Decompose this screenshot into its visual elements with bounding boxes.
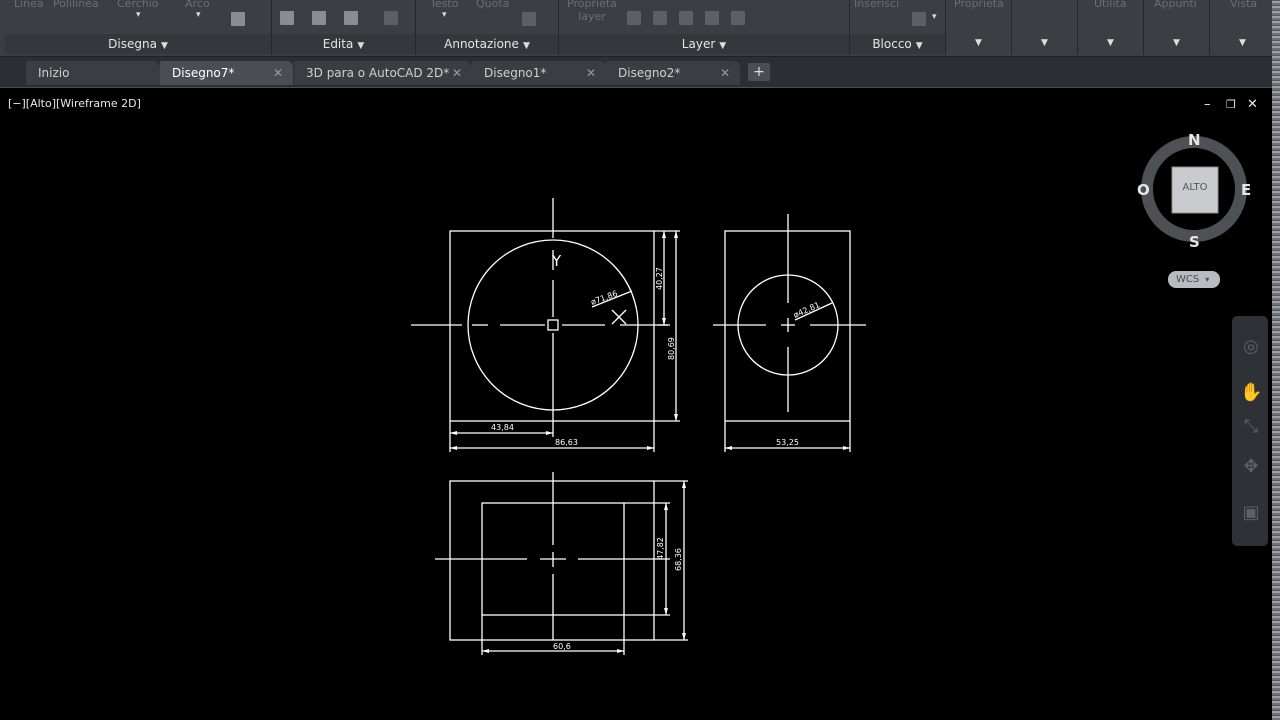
panel-utilities[interactable]: Utilità ▼ [1078, 0, 1144, 55]
tab-3d-para-autocad[interactable]: 3D para o AutoCAD 2D* ✕ [294, 61, 472, 85]
chevron-down-icon: ▼ [1041, 38, 1048, 48]
view-label: Vista [1230, 0, 1258, 10]
panel-annotation-title[interactable]: Annotazione ▼ [416, 34, 558, 54]
circle-tool[interactable]: Cerchio [117, 0, 159, 10]
chevron-down-icon: ▼ [522, 41, 530, 51]
panel-block-title[interactable]: Blocco ▼ [850, 34, 945, 54]
tab-disegno1[interactable]: Disegno1* ✕ [472, 61, 606, 85]
compass-north[interactable]: N [1188, 131, 1201, 149]
compass-east[interactable]: E [1241, 181, 1251, 199]
array-icon[interactable] [344, 11, 358, 25]
arc-tool[interactable]: Arco [185, 0, 210, 10]
panel-annotation: Testo Quota ▾ Annotazione ▼ [416, 0, 559, 55]
chevron-down-icon: ▼ [719, 41, 727, 51]
restore-icon[interactable]: ❐ [1226, 98, 1236, 111]
panel-edit: Edita ▼ [272, 0, 416, 55]
move-icon[interactable] [280, 11, 294, 25]
showmotion-icon[interactable]: ▣ [1240, 502, 1262, 524]
zoom-icon[interactable]: ⤡ [1240, 416, 1262, 438]
panel-layer-title[interactable]: Layer ▼ [559, 34, 849, 54]
chevron-down-icon: ▼ [1107, 38, 1114, 48]
chevron-down-icon: ▾ [1205, 275, 1210, 284]
dimension-tool[interactable]: Quota [476, 0, 509, 10]
panel-block: Inserisci ▾ Blocco ▼ [850, 0, 946, 55]
stamp-icon[interactable] [384, 11, 398, 25]
arc-dropdown-icon[interactable]: ▾ [196, 10, 201, 20]
navigation-bar: ◎ ✋ ⤡ ✥ ▣ [1232, 316, 1268, 546]
chevron-down-icon: ▼ [160, 41, 168, 51]
layer-properties-tool[interactable]: Proprietà layer [563, 0, 621, 23]
close-icon[interactable]: ✕ [1247, 97, 1258, 112]
close-icon[interactable]: ✕ [586, 61, 596, 85]
panel-draw-title[interactable]: Disegna ▼ [5, 34, 271, 54]
minimize-icon[interactable]: – [1204, 97, 1211, 112]
panel-draw: Linea Polilinea Cerchio Arco ▾ ▾ Disegna… [5, 0, 272, 55]
panel-clipboard[interactable]: Appunti ▼ [1144, 0, 1210, 55]
new-tab-button[interactable]: + [748, 63, 770, 81]
table-icon[interactable] [522, 12, 536, 26]
insert-tool[interactable]: Inserisci [854, 0, 899, 10]
block-dropdown-icon[interactable]: ▾ [932, 12, 937, 22]
panel-view[interactable]: Vista ▼ [1210, 0, 1273, 55]
chevron-down-icon: ▼ [915, 41, 923, 51]
close-icon[interactable]: ✕ [720, 61, 730, 85]
viewcube-face-top[interactable]: ALTO [1172, 182, 1218, 193]
window-right-border [1272, 0, 1280, 720]
properties-label: Proprietà [954, 0, 1004, 10]
chevron-down-icon: ▼ [357, 41, 365, 51]
panel-properties[interactable]: Proprietà ▼ [946, 0, 1012, 55]
steering-wheel-icon[interactable]: ◎ [1240, 336, 1262, 358]
text-dropdown-icon[interactable]: ▾ [442, 10, 447, 20]
utilities-label: Utilità [1094, 0, 1127, 10]
rectangle-icon[interactable] [231, 12, 245, 26]
orbit-icon[interactable]: ✥ [1240, 456, 1262, 478]
compass-south[interactable]: S [1189, 233, 1200, 251]
chevron-down-icon: ▼ [1173, 38, 1180, 48]
close-icon[interactable]: ✕ [273, 61, 283, 85]
layer-icon-5[interactable] [731, 11, 745, 25]
tab-start[interactable]: Inizio [26, 61, 160, 85]
block-icon[interactable] [912, 12, 926, 26]
panel-edit-title[interactable]: Edita ▼ [272, 34, 415, 54]
circle-dropdown-icon[interactable]: ▾ [136, 10, 141, 20]
file-tab-bar: Inizio Disegno7* ✕ 3D para o AutoCAD 2D* ✕… [0, 57, 1280, 88]
layer-icon-3[interactable] [679, 11, 693, 25]
text-tool[interactable]: Testo [430, 0, 458, 10]
layer-icon-4[interactable] [705, 11, 719, 25]
copy-icon[interactable] [312, 11, 326, 25]
clipboard-label: Appunti [1154, 0, 1197, 10]
close-icon[interactable]: ✕ [452, 61, 462, 85]
compass-west[interactable]: O [1137, 181, 1150, 199]
draw-tools: Linea Polilinea Cerchio Arco ▾ ▾ [5, 0, 271, 32]
polyline-tool[interactable]: Polilinea [53, 0, 99, 10]
line-tool[interactable]: Linea [14, 0, 44, 10]
panel-groups[interactable]: ▼ [1012, 0, 1078, 55]
viewcube[interactable]: ALTO [1140, 133, 1248, 243]
ribbon: Linea Polilinea Cerchio Arco ▾ ▾ Disegna… [0, 0, 1280, 57]
tab-disegno7[interactable]: Disegno7* ✕ [160, 61, 293, 85]
wcs-menu[interactable]: WCS ▾ [1168, 271, 1220, 288]
drawing-viewport[interactable] [0, 88, 1272, 720]
tab-disegno2[interactable]: Disegno2* ✕ [606, 61, 740, 85]
chevron-down-icon: ▼ [975, 38, 982, 48]
layer-icon-2[interactable] [653, 11, 667, 25]
pan-hand-icon[interactable]: ✋ [1240, 382, 1262, 404]
panel-layer: Proprietà layer Layer ▼ [559, 0, 850, 55]
viewport-controls-label[interactable]: [−][Alto][Wireframe 2D] [8, 97, 141, 110]
layer-icon-1[interactable] [627, 11, 641, 25]
chevron-down-icon: ▼ [1239, 38, 1246, 48]
